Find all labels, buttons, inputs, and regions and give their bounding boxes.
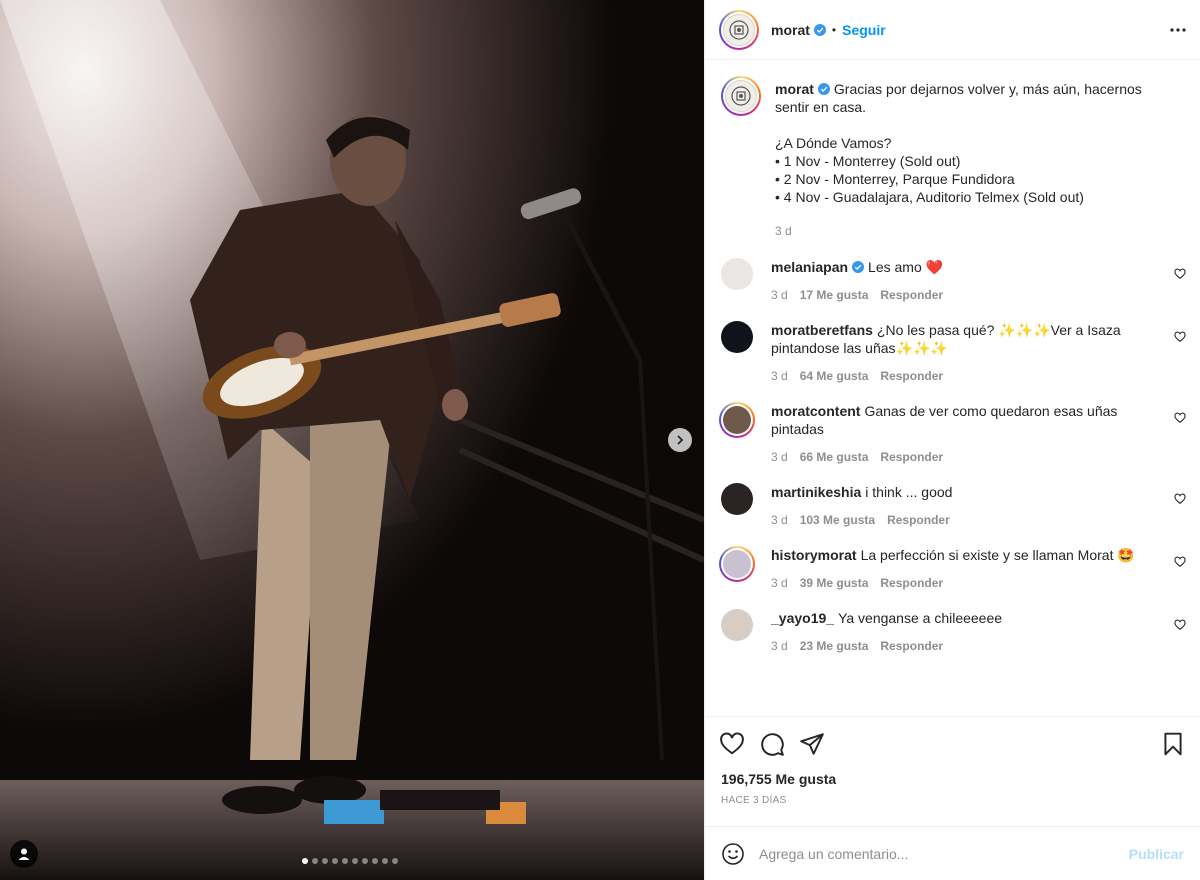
comment-age[interactable]: 3 d — [771, 511, 788, 529]
commenter-avatar[interactable] — [721, 483, 753, 515]
post-timestamp[interactable]: HACE 3 DÍAS — [721, 795, 1186, 806]
commenter-avatar[interactable] — [721, 258, 753, 290]
comment-like-count[interactable]: 64 Me gusta — [800, 367, 869, 385]
commenter-avatar[interactable] — [721, 609, 753, 641]
morat-logo-icon — [723, 13, 755, 46]
comment-username[interactable]: moratcontent — [771, 403, 860, 419]
like-heart-icon[interactable] — [719, 731, 745, 757]
comment-age[interactable]: 3 d — [771, 448, 788, 466]
commenter-photo — [723, 550, 751, 578]
comment-age[interactable]: 3 d — [771, 637, 788, 655]
comment-item: martinikeshia i think ... good 3 d 103 Me g… — [721, 483, 1186, 529]
comment-item: historymorat La perfección si existe y se… — [719, 546, 1186, 592]
comment-like-heart-icon[interactable] — [1174, 268, 1186, 280]
carousel-dot — [362, 858, 368, 864]
comment-like-heart-icon[interactable] — [1174, 493, 1186, 505]
carousel-dot — [382, 858, 388, 864]
post-sidebar: morat • Seguir morat Gracias por dejarno… — [704, 0, 1200, 880]
comment-text: Ya venganse a chileeeeee — [838, 610, 1003, 626]
emoji-icon[interactable] — [721, 842, 745, 866]
instagram-post: morat • Seguir morat Gracias por dejarno… — [0, 0, 1200, 880]
carousel-dot — [372, 858, 378, 864]
reply-button[interactable]: Responder — [880, 637, 943, 655]
commenter-avatar[interactable] — [719, 402, 755, 438]
tagged-users-button[interactable] — [10, 840, 38, 868]
comment-like-count[interactable]: 17 Me gusta — [800, 286, 869, 304]
carousel-indicator — [302, 858, 398, 864]
share-send-icon[interactable] — [799, 731, 825, 757]
comments-list[interactable]: morat Gracias por dejarnos volver y, más … — [705, 60, 1200, 716]
comment-item: melaniapan Les amo ❤️ 3 d 17 Me gusta Respon… — [721, 258, 1186, 304]
comment-items: melaniapan Les amo ❤️ 3 d 17 Me gusta Respon… — [719, 258, 1186, 655]
morat-logo-icon — [725, 80, 757, 112]
comment-username[interactable]: moratberetfans — [771, 322, 873, 338]
reply-button[interactable]: Responder — [880, 367, 943, 385]
comment-like-heart-icon[interactable] — [1174, 331, 1186, 343]
comment-age[interactable]: 3 d — [771, 367, 788, 385]
comment-username[interactable]: melaniapan — [771, 259, 848, 275]
caption-author-avatar[interactable] — [721, 76, 761, 116]
commenter-photo — [723, 406, 751, 434]
comment-like-heart-icon[interactable] — [1174, 619, 1186, 631]
carousel-dot — [332, 858, 338, 864]
comment-like-count[interactable]: 66 Me gusta — [800, 448, 869, 466]
reply-button[interactable]: Responder — [887, 511, 950, 529]
comment-username[interactable]: _yayo19_ — [771, 610, 834, 626]
comment-like-heart-icon[interactable] — [1174, 556, 1186, 568]
commenter-avatar[interactable] — [721, 321, 753, 353]
comment-like-count[interactable]: 103 Me gusta — [800, 511, 875, 529]
like-count[interactable]: 196,755 Me gusta — [721, 771, 1186, 787]
user-icon — [18, 848, 30, 860]
chevron-right-icon — [677, 435, 684, 445]
comment-text: La perfección si existe y se llaman Mora… — [860, 547, 1135, 563]
carousel-dot — [302, 858, 308, 864]
comment-username[interactable]: martinikeshia — [771, 484, 861, 500]
carousel-dot — [352, 858, 358, 864]
comment-like-count[interactable]: 23 Me gusta — [800, 637, 869, 655]
comment-age[interactable]: 3 d — [771, 574, 788, 592]
post-actions: 196,755 Me gusta HACE 3 DÍAS — [705, 716, 1200, 826]
carousel-dot — [392, 858, 398, 864]
comment-username[interactable]: historymorat — [771, 547, 857, 563]
carousel-dot — [312, 858, 318, 864]
verified-badge-icon — [817, 83, 830, 95]
reply-button[interactable]: Responder — [880, 448, 943, 466]
carousel-dot — [342, 858, 348, 864]
reply-button[interactable]: Responder — [880, 286, 943, 304]
more-horizontal-icon — [1170, 27, 1186, 32]
comment-text: i think ... good — [865, 484, 953, 500]
comment-item: moratcontent Ganas de ver como quedaron e… — [719, 402, 1186, 466]
comment-text: Les amo ❤️ — [868, 259, 944, 275]
author-avatar[interactable] — [719, 9, 759, 50]
verified-badge-icon — [813, 23, 826, 36]
post-photo[interactable] — [0, 0, 704, 880]
verified-badge-icon — [852, 261, 865, 273]
caption-text: Gracias por dejarnos volver y, más aún, … — [775, 81, 1142, 205]
comment-age[interactable]: 3 d — [771, 286, 788, 304]
caption-age: 3 d — [775, 224, 792, 238]
caption-username[interactable]: morat — [775, 81, 814, 97]
add-comment-bar: Publicar — [705, 826, 1200, 880]
commenter-avatar[interactable] — [719, 546, 755, 582]
author-username[interactable]: morat — [771, 22, 810, 38]
comment-like-heart-icon[interactable] — [1174, 412, 1186, 424]
concert-photo — [0, 0, 704, 880]
comment-item: _yayo19_ Ya venganse a chileeeeee 3 d 23 Me… — [721, 609, 1186, 655]
post-caption: morat Gracias por dejarnos volver y, más … — [721, 76, 1186, 240]
follow-button[interactable]: Seguir — [842, 22, 886, 38]
carousel-dot — [322, 858, 328, 864]
next-photo-button[interactable] — [668, 428, 692, 452]
post-header: morat • Seguir — [705, 0, 1200, 60]
comment-input[interactable] — [759, 845, 1129, 862]
publish-button[interactable]: Publicar — [1129, 846, 1184, 862]
comment-item: moratberetfans ¿No les pasa qué? ✨✨✨Ver a… — [721, 321, 1186, 385]
comment-bubble-icon[interactable] — [759, 731, 785, 757]
comment-like-count[interactable]: 39 Me gusta — [800, 574, 869, 592]
more-options-button[interactable] — [1170, 18, 1186, 42]
save-bookmark-icon[interactable] — [1160, 731, 1186, 757]
reply-button[interactable]: Responder — [880, 574, 943, 592]
header-separator: • — [831, 22, 837, 37]
